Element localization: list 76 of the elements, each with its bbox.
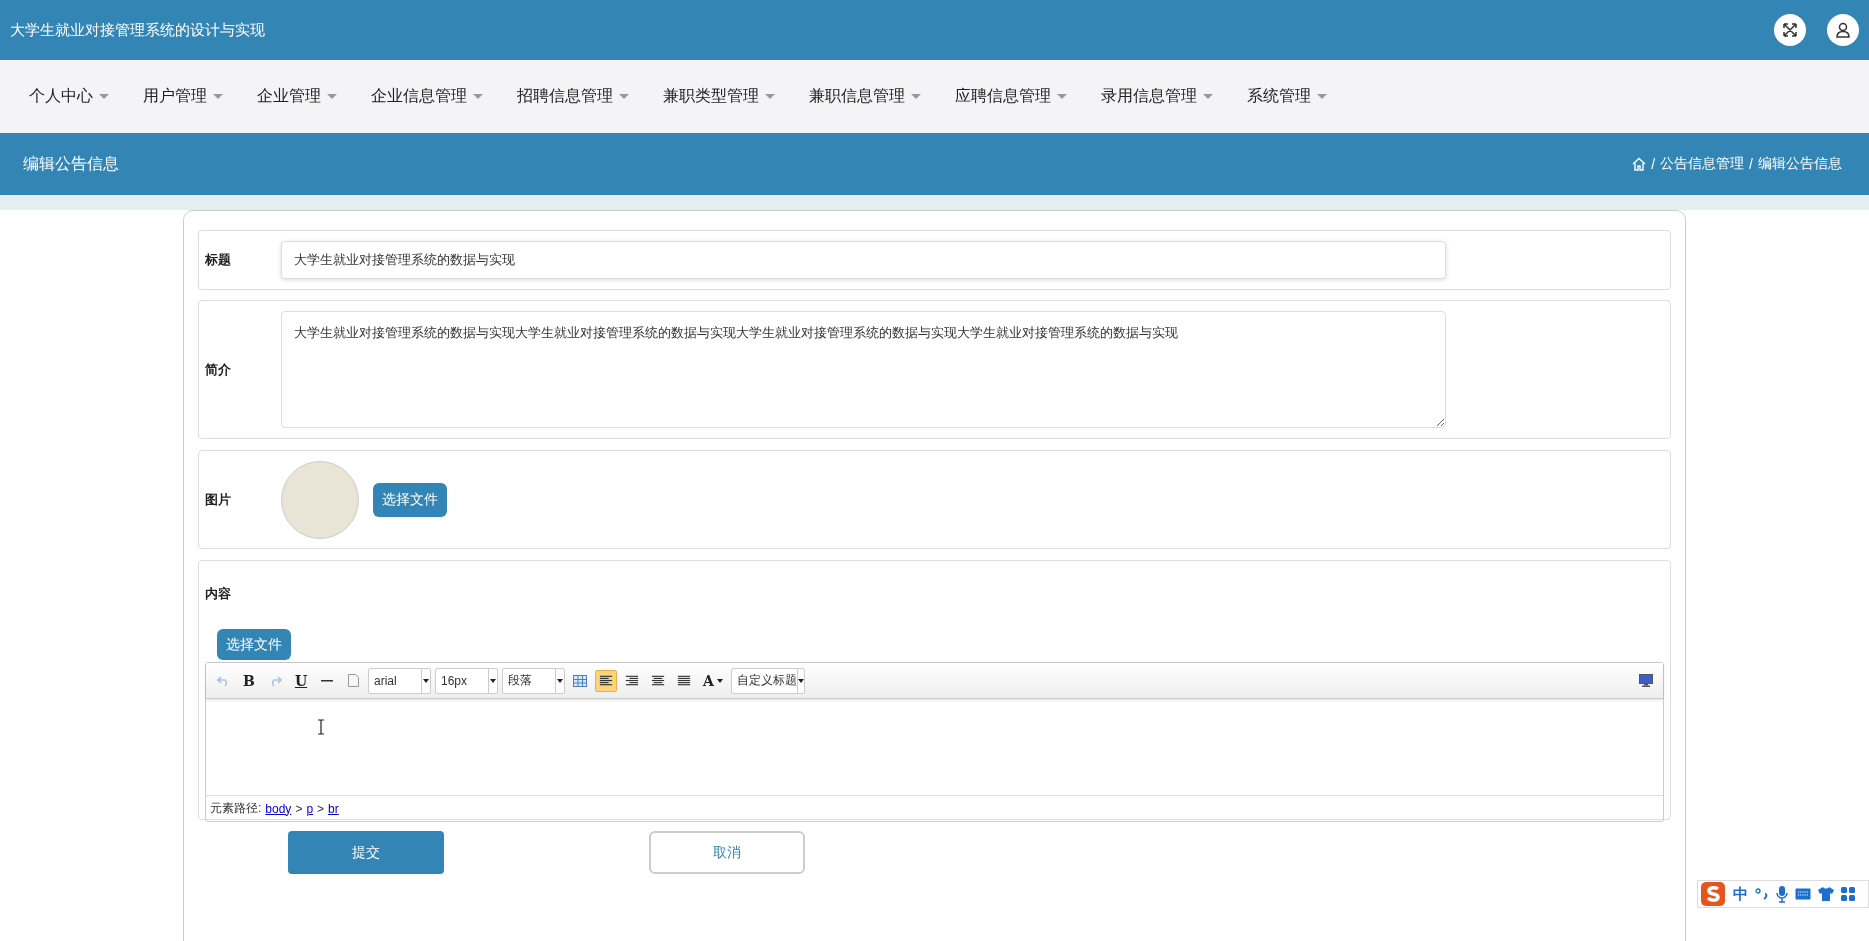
path-separator: >: [295, 801, 303, 816]
choose-file-button[interactable]: 选择文件: [217, 629, 291, 660]
fullscreen-button[interactable]: [1774, 14, 1806, 46]
intro-textarea[interactable]: 大学生就业对接管理系统的数据与实现大学生就业对接管理系统的数据与实现大学生就业对接管理系统的数据与实现大学生就业对接管理系统的数据与实现: [281, 311, 1446, 428]
cancel-button[interactable]: 取消: [649, 831, 805, 874]
nav-menu-item[interactable]: 兼职信息管理: [798, 86, 934, 107]
align-button[interactable]: [595, 669, 617, 692]
path-separator: >: [317, 801, 325, 816]
field-label: 图片: [204, 490, 232, 509]
expand-icon: [1782, 22, 1798, 38]
field-label: 标题: [204, 251, 232, 269]
paragraph-format-select[interactable]: 段落: [502, 667, 565, 694]
submit-button[interactable]: 提交: [288, 831, 444, 874]
breadcrumb-separator: /: [1749, 156, 1753, 172]
field-label: 内容: [205, 585, 232, 603]
home-icon[interactable]: [1632, 157, 1647, 171]
caret-icon: [423, 678, 429, 683]
caret-icon: [473, 94, 483, 99]
breadcrumb-link[interactable]: 编辑公告信息: [1758, 155, 1842, 173]
caret-icon: [619, 94, 629, 99]
horizontal-line-icon: [321, 679, 333, 682]
font-size-select[interactable]: 16px: [435, 667, 498, 694]
bold-button[interactable]: B: [238, 669, 260, 692]
underline-button[interactable]: U: [290, 669, 312, 692]
align-icon: [677, 674, 691, 687]
microphone-icon[interactable]: [1776, 885, 1788, 903]
punctuation-icon[interactable]: [1755, 888, 1769, 900]
element-path-link[interactable]: body: [265, 801, 292, 816]
keyboard-icon[interactable]: [1795, 888, 1811, 900]
nav-menu-item[interactable]: 企业管理: [246, 86, 350, 107]
table-icon: [573, 674, 587, 687]
caret-icon: [1203, 94, 1213, 99]
user-icon: [1835, 22, 1851, 38]
heading-select[interactable]: 自定义标题: [731, 667, 805, 694]
align-icon: [599, 674, 613, 687]
title-input[interactable]: 大学生就业对接管理系统的数据与实现: [281, 241, 1446, 279]
text-cursor-icon: [317, 719, 325, 735]
nav-menu-item[interactable]: 招聘信息管理: [506, 86, 642, 107]
element-path-link[interactable]: p: [306, 801, 314, 816]
font-color-button[interactable]: A: [699, 669, 727, 692]
element-path-link[interactable]: br: [328, 801, 339, 816]
shirt-icon[interactable]: [1818, 887, 1834, 901]
caret-icon: [1057, 94, 1067, 99]
nav-menu-item[interactable]: 用户管理: [132, 86, 236, 107]
align-icon: [651, 674, 665, 687]
breadcrumb-link[interactable]: 公告信息管理: [1660, 155, 1745, 173]
choose-file-button[interactable]: 选择文件: [373, 482, 447, 517]
input-mode-toggle[interactable]: 中: [1733, 884, 1748, 904]
monitor-icon: [1639, 674, 1653, 687]
document-icon: [347, 674, 359, 687]
caret-icon: [765, 94, 775, 99]
nav-menu-item[interactable]: 兼职类型管理: [652, 86, 788, 107]
breadcrumb-separator: /: [1651, 156, 1656, 172]
field-label: 简介: [204, 360, 232, 379]
caret-icon: [911, 94, 921, 99]
element-path-label: 元素路径:: [210, 800, 262, 817]
page-title: 编辑公告信息: [23, 153, 120, 174]
user-button[interactable]: [1827, 14, 1859, 46]
grid-icon[interactable]: [1841, 887, 1855, 901]
caret-icon: [99, 94, 109, 99]
caret-icon: [798, 678, 804, 683]
nav-menu-item[interactable]: 录用信息管理: [1090, 86, 1226, 107]
nav-menu-item[interactable]: 应聘信息管理: [944, 86, 1080, 107]
undo-icon: [216, 674, 230, 687]
nav-menu-item[interactable]: 系统管理: [1236, 86, 1340, 107]
app-title: 大学生就业对接管理系统的设计与实现: [10, 20, 266, 40]
nav-menu-item[interactable]: 个人中心: [18, 86, 122, 107]
caret-icon: [327, 94, 337, 99]
caret-icon: [490, 678, 496, 683]
nav-menu-item[interactable]: 企业信息管理: [360, 86, 496, 107]
logo-icon[interactable]: [1700, 881, 1726, 907]
font-family-select[interactable]: arial: [368, 667, 431, 694]
caret-icon: [557, 678, 563, 683]
caret-icon: [213, 94, 223, 99]
align-icon: [625, 674, 639, 687]
caret-icon: [1317, 94, 1327, 99]
